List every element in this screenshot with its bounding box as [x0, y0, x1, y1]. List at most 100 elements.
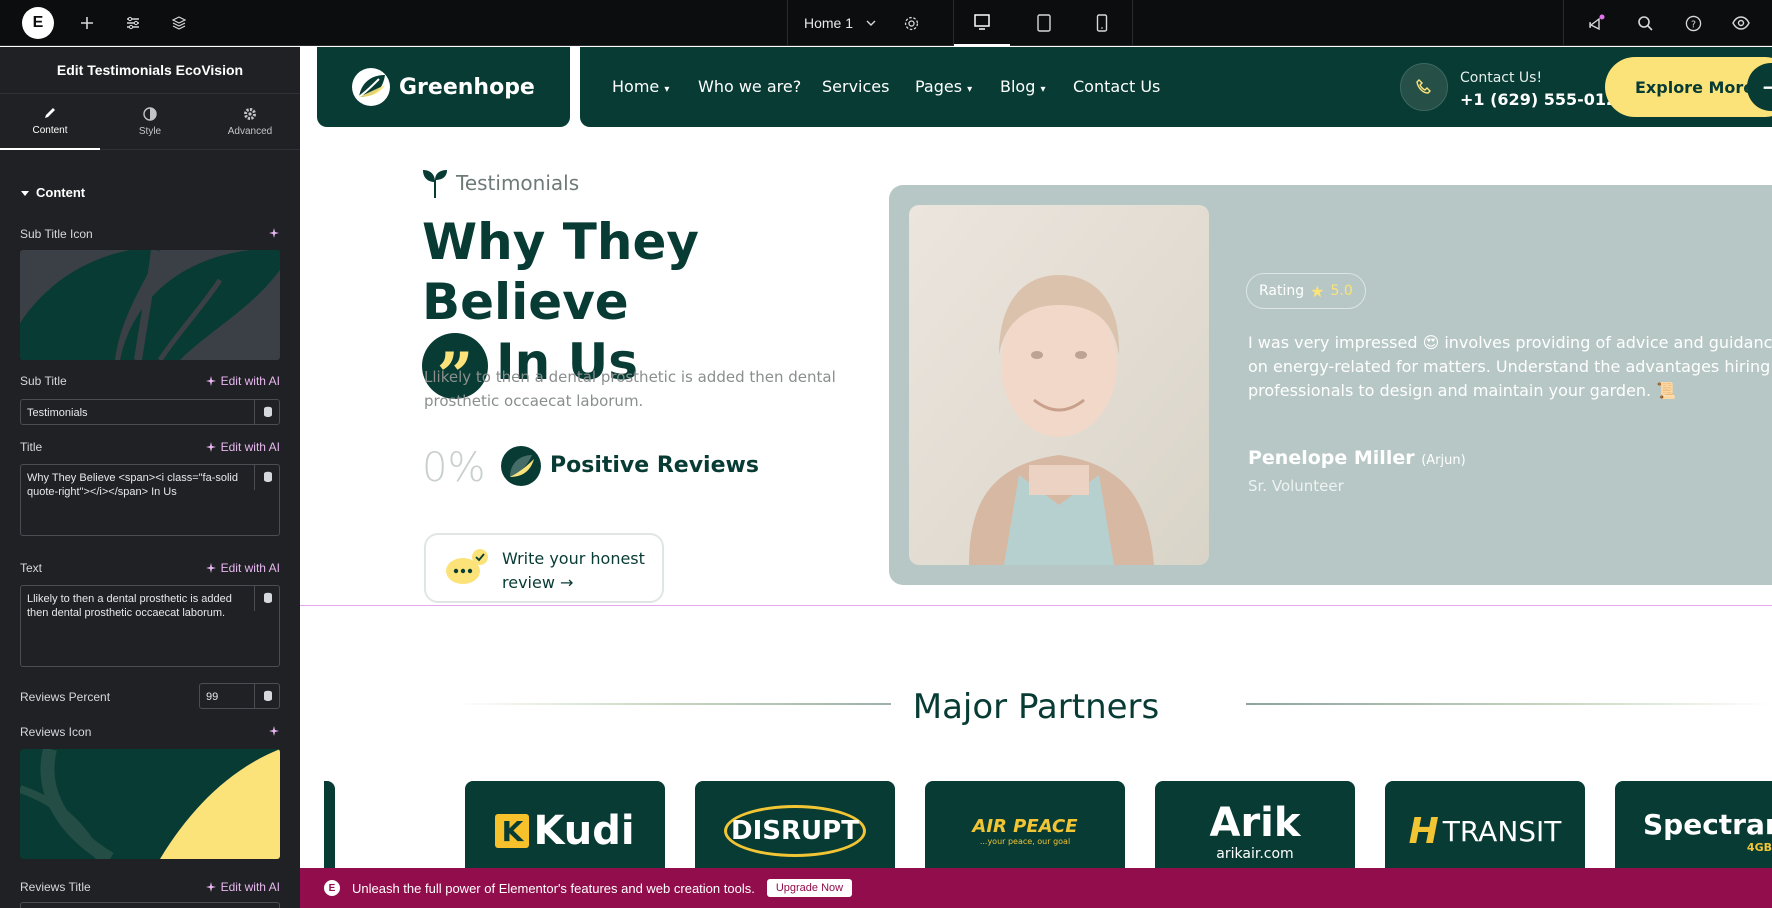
svg-text:?: ?: [1690, 19, 1695, 30]
edit-with-ai-button[interactable]: Edit with AI: [205, 880, 280, 894]
star-icon: ★: [1310, 281, 1325, 301]
rating-label: Rating: [1259, 283, 1305, 299]
dynamic-tags-icon[interactable]: [254, 683, 280, 709]
partner-logo-arik[interactable]: Arik arikair.com: [1155, 781, 1355, 868]
content-section-title: Content: [36, 185, 86, 200]
page-selector[interactable]: Home 1: [787, 0, 907, 46]
testimonials-subtitle: Testimonials: [422, 168, 579, 198]
edit-with-ai-button[interactable]: Edit with AI: [205, 440, 280, 454]
section-selection-outline: [300, 605, 1772, 606]
tab-style[interactable]: Style: [100, 94, 200, 150]
promo-text: Unleash the full power of Elementor's fe…: [352, 880, 755, 896]
author-name: Penelope Miller: [1248, 447, 1415, 469]
partner-logo-transit[interactable]: H TRANSIT: [1385, 781, 1585, 868]
edit-with-ai-button[interactable]: Edit with AI: [205, 374, 280, 388]
contact-phone[interactable]: +1 (629) 555-0129: [1460, 90, 1628, 109]
tab-style-label: Style: [138, 126, 162, 137]
page-name: Home 1: [804, 15, 854, 31]
transit-logo-text: TRANSIT: [1442, 814, 1562, 848]
title-textarea[interactable]: Why They Believe <span><i class="fa-soli…: [20, 464, 280, 536]
pencil-icon: [45, 108, 55, 118]
site-logo[interactable]: Greenhope: [317, 47, 570, 127]
site-settings-icon[interactable]: [120, 0, 146, 46]
nav-who-we-are[interactable]: Who we are?: [698, 77, 801, 96]
sub-title-input[interactable]: Testimonials: [20, 399, 280, 425]
explore-more-label: Explore More: [1635, 77, 1755, 97]
write-review-button[interactable]: Write your honest review →: [424, 533, 664, 603]
nav-pages[interactable]: Pages ▾: [915, 77, 972, 96]
layers-icon[interactable]: [166, 0, 192, 46]
editor-topbar: E Home 1 ?: [0, 0, 1772, 46]
editor-panel: Edit Testimonials EcoVision Content Styl…: [0, 47, 300, 908]
leaf-logo-icon: [352, 68, 390, 106]
reviews-title-input[interactable]: [20, 902, 280, 908]
edit-with-ai-button[interactable]: Edit with AI: [205, 561, 280, 575]
main-navigation: Home ▾ Who we are? Services Pages ▾ Blog…: [580, 47, 1772, 127]
partners-title-text: Major Partners: [890, 687, 1182, 727]
sub-title-icon-preview[interactable]: [20, 250, 280, 360]
gear-icon: [244, 108, 256, 120]
desktop-view-icon[interactable]: [954, 0, 1010, 46]
panel-header: Edit Testimonials EcoVision: [0, 47, 300, 94]
airpeace-tagline: ...your peace, our goal: [979, 837, 1071, 846]
partners-divider-right: [1246, 703, 1772, 705]
mobile-view-icon[interactable]: [1074, 0, 1130, 46]
edit-ai-label: Edit with AI: [220, 440, 280, 454]
tab-advanced[interactable]: Advanced: [200, 94, 300, 150]
reviews-icon-preview[interactable]: [20, 749, 280, 859]
search-icon[interactable]: [1632, 0, 1658, 46]
arik-logo-text: Arik: [1209, 800, 1301, 846]
elementor-logo-icon[interactable]: E: [22, 7, 54, 39]
add-element-icon[interactable]: [74, 0, 100, 46]
phone-icon[interactable]: [1400, 63, 1448, 111]
elementor-badge-icon: E: [324, 880, 340, 896]
ai-sparkle-icon[interactable]: [268, 725, 280, 737]
dynamic-tags-icon[interactable]: [254, 464, 280, 490]
nav-home[interactable]: Home ▾: [612, 77, 669, 96]
subtitle-text: Testimonials: [456, 171, 580, 195]
reviews-percent-label: Reviews Percent: [20, 690, 111, 704]
partners-title: Major Partners: [300, 687, 1772, 727]
dynamic-tags-icon[interactable]: [254, 585, 280, 611]
nav-contact-us[interactable]: Contact Us: [1073, 77, 1160, 96]
kudi-logo-text: Kudi: [533, 808, 635, 854]
ai-sparkle-icon: [205, 376, 216, 386]
nav-home-label: Home: [612, 77, 660, 96]
help-icon[interactable]: ?: [1680, 0, 1706, 46]
reviews-percent: 0%: [422, 445, 486, 491]
upgrade-now-button[interactable]: Upgrade Now: [766, 879, 853, 897]
text-label: Text: [20, 561, 43, 575]
review-author: Penelope Miller (Arjun): [1248, 447, 1466, 469]
notifications-icon[interactable]: [1584, 0, 1610, 46]
tab-content[interactable]: Content: [0, 94, 100, 150]
spectranet-sub: 4GB: [1746, 841, 1772, 854]
sprout-icon: [423, 170, 447, 198]
kudi-mark-icon: K: [495, 814, 530, 848]
text-textarea[interactable]: Llikely to then a dental prosthetic is a…: [20, 585, 280, 667]
nav-services[interactable]: Services: [822, 77, 889, 96]
preview-canvas: Greenhope Home ▾ Who we are? Services Pa…: [300, 47, 1772, 868]
explore-more-button[interactable]: Explore More →: [1605, 57, 1772, 117]
ai-sparkle-icon: [205, 882, 216, 892]
nav-blog[interactable]: Blog ▾: [1000, 77, 1046, 96]
write-review-text: Write your honest review →: [502, 549, 645, 592]
half-circle-icon: [143, 107, 157, 121]
preview-eye-icon[interactable]: [1728, 0, 1754, 46]
partner-logo-spectranet[interactable]: Spectranet 4GB: [1615, 781, 1772, 868]
contact-label: Contact Us!: [1460, 70, 1543, 86]
panel-tabs: Content Style Advanced: [0, 94, 300, 150]
partner-logo-airpeace[interactable]: AIR PEACE ...your peace, our goal: [925, 781, 1125, 868]
dynamic-tags-icon[interactable]: [254, 399, 280, 425]
rating-value: 5.0: [1330, 283, 1353, 299]
partner-logo-disrupt[interactable]: DISRUPT: [695, 781, 895, 868]
partner-logo-kudi[interactable]: K Kudi: [465, 781, 665, 868]
tablet-view-icon[interactable]: [1016, 0, 1072, 46]
page-settings-icon[interactable]: [898, 0, 924, 46]
arrow-right-icon: →: [1747, 63, 1772, 111]
nav-blog-label: Blog: [1000, 77, 1036, 96]
title-line-1: Why They Believe: [422, 213, 699, 331]
sub-title-label: Sub Title: [20, 374, 67, 388]
content-section-toggle[interactable]: Content: [20, 185, 85, 200]
ai-sparkle-icon[interactable]: [268, 227, 280, 239]
reviews-leaf-icon: [500, 445, 542, 487]
